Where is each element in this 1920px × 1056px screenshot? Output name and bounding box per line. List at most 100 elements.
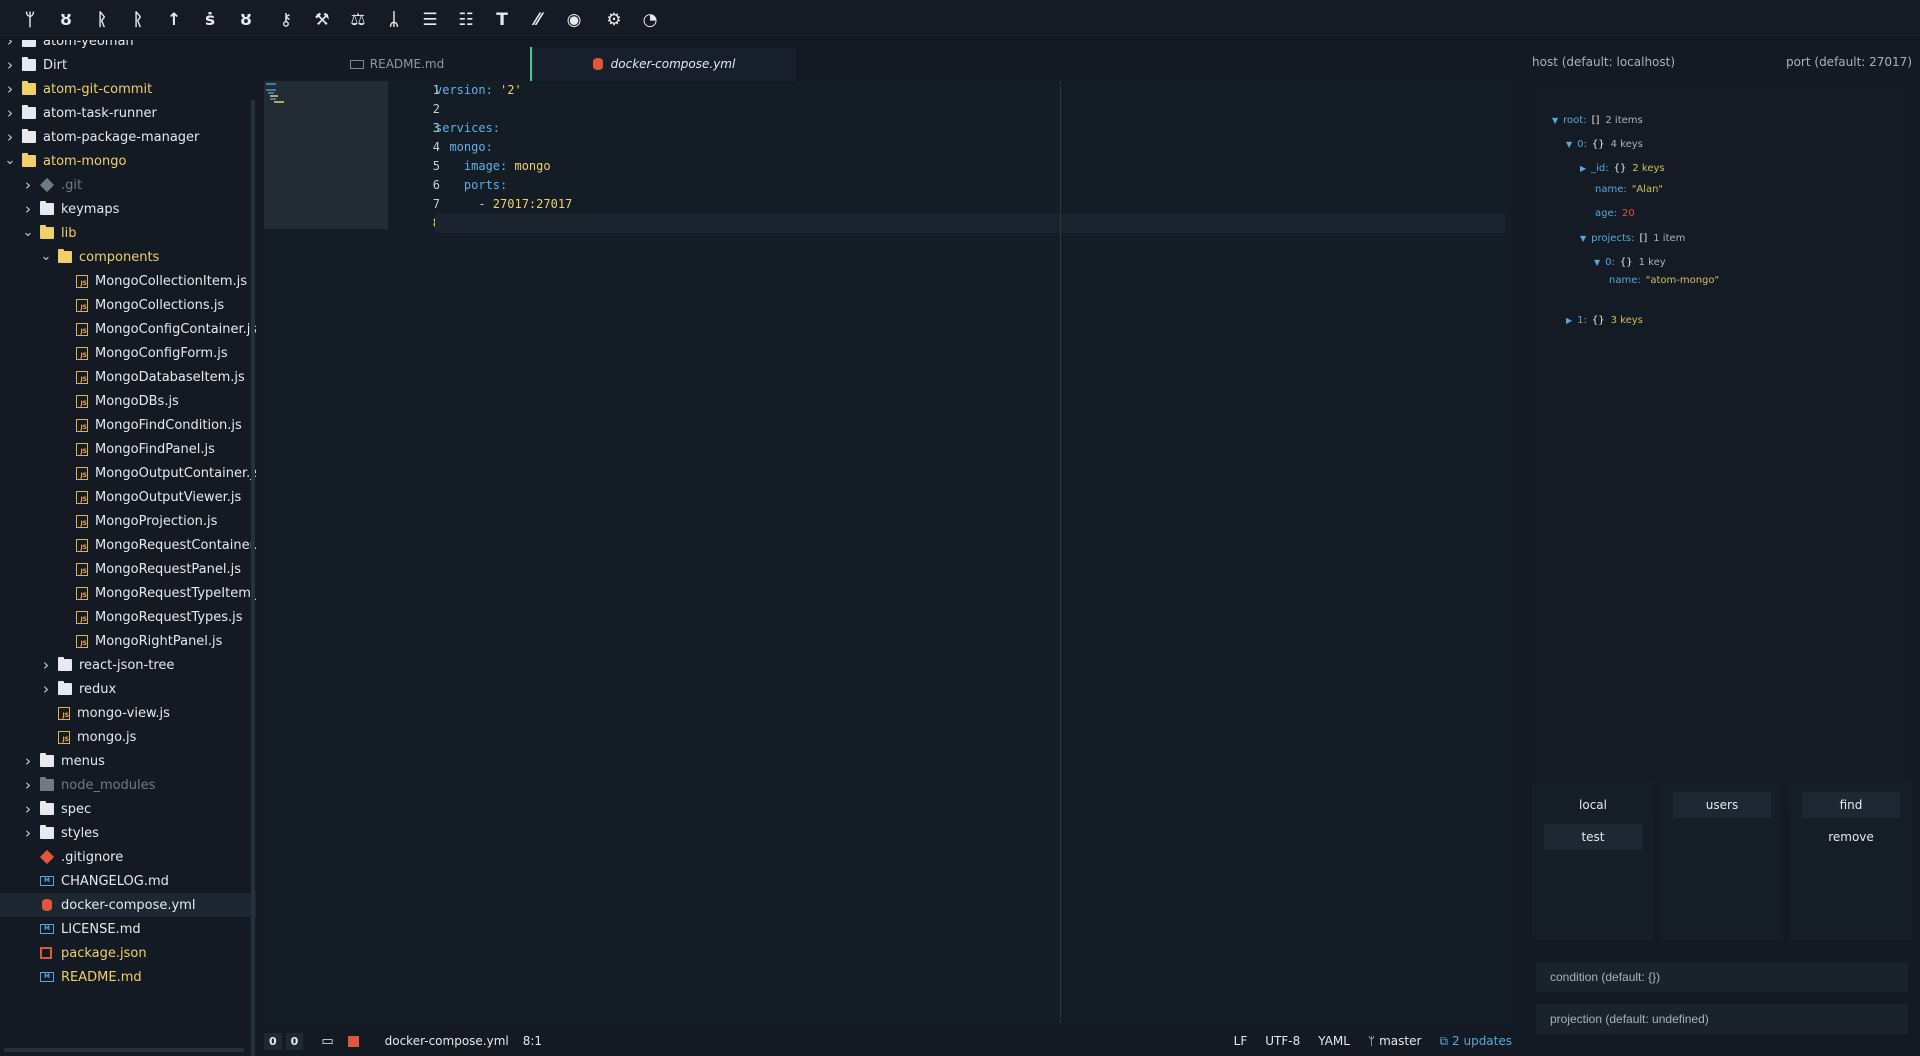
tree-file[interactable]: docker-compose.yml [0,893,256,917]
tree-file[interactable]: M README.md [0,965,256,989]
tree-folder[interactable]: ⌄ lib [0,221,256,245]
expand-arrow-icon[interactable]: ▼ [1594,258,1600,267]
code-line[interactable]: image: mongo [435,157,1505,176]
tree-file[interactable]: JS MongoOutputContainer.js [0,461,256,485]
key-icon[interactable]: ⚷ [268,0,304,40]
json-tree-node[interactable]: ▶ _id: {} 2 keys [1580,163,1665,174]
code-line[interactable] [435,214,1505,233]
tree-folder[interactable]: › atom-package-manager [0,125,254,149]
tree-file[interactable]: JS MongoRightPanel.js [0,629,256,653]
encoding[interactable]: UTF-8 [1265,1034,1300,1048]
chevron-right-icon[interactable]: › [4,104,16,122]
git-branch[interactable]: ᛘ master [1368,1034,1422,1048]
tree-file[interactable]: JS MongoOutputViewer.js [0,485,256,509]
tree-file[interactable]: › .git [0,173,256,197]
code-line[interactable]: services: [435,119,1505,138]
tree-file[interactable]: JS MongoDBs.js [0,389,256,413]
code-line[interactable]: ports: [435,176,1505,195]
collapse-arrow-icon[interactable]: ▶ [1566,316,1572,325]
projection-input[interactable] [1536,1004,1908,1034]
tree-folder[interactable]: › atom-yeoman [0,40,254,53]
minimap[interactable] [264,81,388,229]
collapse-arrow-icon[interactable]: ▶ [1580,164,1586,173]
chevron-right-icon[interactable]: › [22,800,34,818]
tree-folder[interactable]: ⌄ atom-mongo [0,149,254,173]
tab-docker-compose[interactable]: docker-compose.yml [530,47,796,81]
commit-icon[interactable]: ᚱ [84,0,120,40]
tree-file[interactable]: M LICENSE.md [0,917,256,941]
line-ending[interactable]: LF [1234,1034,1248,1048]
chevron-down-icon[interactable]: ⌄ [40,250,52,263]
tree-folder[interactable]: › menus [0,749,256,773]
tree-folder[interactable]: › atom-git-commit [0,77,254,101]
json-tree-node[interactable]: ▶ 1: {} 3 keys [1566,315,1643,326]
grammar[interactable]: YAML [1318,1034,1350,1048]
tree-folder[interactable]: › atom-task-runner [0,101,254,125]
tree-file[interactable]: JS MongoRequestContainer.js [0,533,256,557]
tree-folder[interactable]: › Dirt [0,53,254,77]
find-button[interactable]: find [1802,792,1900,818]
monitor-icon[interactable]: ▭ [321,1034,333,1049]
tree-file[interactable]: JS MongoCollections.js [0,293,256,317]
chevron-right-icon[interactable]: › [4,56,16,74]
json-tree-node[interactable]: ▼ projects: [] 1 item [1580,233,1685,244]
bug-icon[interactable] [347,1035,359,1047]
tree-folder[interactable]: ⌄ components [0,245,256,269]
tree-folder[interactable]: › keymaps [0,197,256,221]
gear-icon[interactable]: ⚙ [596,0,632,40]
tree-file[interactable]: M CHANGELOG.md [0,869,256,893]
chevron-right-icon[interactable]: › [22,824,34,842]
json-tree-node[interactable]: ▼ 0: {} 1 key [1594,257,1666,268]
package-updates[interactable]: ⧉ 2 updates [1439,1034,1512,1049]
counter-b[interactable]: 0 [285,1032,304,1050]
tree-folder[interactable]: › styles [0,821,256,845]
expand-arrow-icon[interactable]: ▼ [1552,116,1558,125]
chevron-right-icon[interactable]: › [22,752,34,770]
tree-file[interactable]: JS mongo.js [0,725,256,749]
tree-file[interactable]: JS MongoProjection.js [0,509,256,533]
chevron-right-icon[interactable]: › [22,200,34,218]
checklist-icon[interactable]: ☷ [448,0,484,40]
json-tree-node[interactable]: ▼ root: [] 2 items [1552,115,1643,126]
code-line[interactable]: version: '2' [435,81,1505,100]
branch-icon[interactable]: ȣ [48,0,84,40]
code-line[interactable]: mongo: [435,138,1505,157]
tree-file[interactable]: JS MongoFindCondition.js [0,413,256,437]
tree-folder[interactable]: › react-json-tree [0,653,256,677]
text-icon[interactable]: T [484,0,520,40]
chevron-right-icon[interactable]: › [40,656,52,674]
code-area[interactable]: version: '2' services: mongo: image: mong… [435,81,1505,233]
tree-file[interactable]: JS mongo-view.js [0,701,256,725]
condition-input[interactable] [1536,962,1908,992]
pull-icon[interactable]: ṡ [192,0,228,40]
chevron-down-icon[interactable]: ⌄ [4,154,16,167]
cursor-position[interactable]: 8:1 [523,1034,542,1048]
slash-icon[interactable]: ⁄⁄ [520,0,556,40]
fork-icon[interactable]: ȣ [228,0,264,40]
tree-folder[interactable]: › redux [0,677,256,701]
tree-folder[interactable]: › node_modules [0,773,256,797]
expand-arrow-icon[interactable]: ▼ [1580,234,1586,243]
chevron-right-icon[interactable]: › [4,80,16,98]
scale-icon[interactable]: ⚖ [340,0,376,40]
tree-file[interactable]: JS MongoRequestTypes.js [0,605,256,629]
eye-icon[interactable]: ◉ [556,0,592,40]
tree-file[interactable]: JS MongoRequestPanel.js [0,557,256,581]
chevron-right-icon[interactable]: › [22,776,34,794]
commit-alt-icon[interactable]: ᚱ [120,0,156,40]
tree-file[interactable]: JS MongoFindPanel.js [0,437,256,461]
chevron-down-icon[interactable]: ⌄ [22,226,34,239]
push-icon[interactable]: ↑ [156,0,192,40]
tree-horizontal-scrollbar[interactable] [4,1048,244,1052]
tree-file[interactable]: .gitignore [0,845,256,869]
test-button[interactable]: test [1544,824,1642,850]
json-tree-node[interactable]: ▼ 0: {} 4 keys [1566,139,1643,150]
status-file-name[interactable]: docker-compose.yml [385,1034,509,1048]
local-button[interactable]: local [1544,792,1642,818]
git-flow-icon[interactable]: ᛦ [376,0,412,40]
tab-readme[interactable]: README.md [264,47,530,81]
tree-file[interactable]: package.json [0,941,256,965]
text-editor[interactable]: 12345678 version: '2'services: mongo: im… [264,81,1512,1023]
merge-icon[interactable]: ᛘ [12,0,48,40]
host-input[interactable]: host (default: localhost) [1532,55,1675,69]
